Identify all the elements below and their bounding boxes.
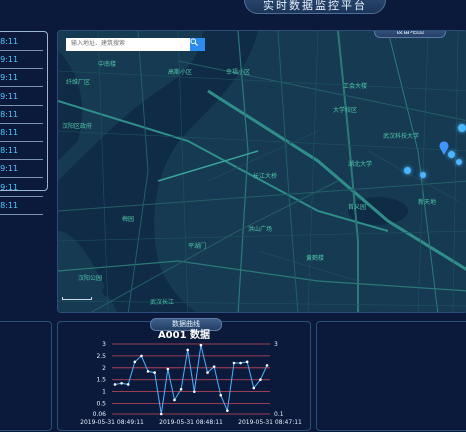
time-list-item[interactable]: 49:11: [0, 179, 43, 197]
map-label: 洪山广场: [248, 226, 273, 233]
y-tick-label: 2: [102, 365, 106, 372]
device-marker[interactable]: [456, 159, 462, 165]
map-section-tag: 设备地图: [374, 31, 446, 38]
data-point: [146, 370, 150, 373]
data-point: [226, 409, 229, 412]
data-point: [265, 364, 269, 367]
data-point: [133, 360, 137, 364]
data-point: [179, 387, 183, 391]
data-point: [252, 386, 256, 390]
device-marker[interactable]: [420, 172, 426, 178]
data-point: [239, 361, 242, 365]
map-label: 黄鹤楼: [306, 255, 325, 262]
time-list-item[interactable]: 48:11: [0, 142, 43, 161]
data-point: [212, 365, 216, 368]
device-map[interactable]: 中南楼 高斯小区 幸福小区 纤维厂区 工会大楼 汉阳区政府 大学校区 长江大桥 …: [58, 31, 466, 312]
device-marker[interactable]: [448, 151, 455, 158]
time-list-item[interactable]: 49:11: [0, 69, 43, 88]
map-label: 汉阳公园: [78, 275, 103, 282]
map-label: 武汉长江: [150, 299, 175, 306]
line-chart: 3 2.5 2 1.5 1 0.5 0.06 3 0.1 2019-05-31 08:49:11 2…: [80, 341, 302, 426]
device-marker[interactable]: [458, 124, 466, 132]
y-right-tick-label: 3: [274, 341, 278, 348]
map-label: 大学校区: [333, 107, 358, 114]
time-list-item[interactable]: 48:11: [0, 124, 43, 142]
map-label: 长江大桥: [253, 173, 278, 180]
x-tick-label: 2019-05-31 08:47:11: [238, 419, 302, 426]
y-tick-label: 1.5: [96, 377, 106, 384]
data-point: [126, 383, 130, 386]
time-list-item[interactable]: 49:11: [0, 160, 43, 179]
map-label: 中南楼: [98, 61, 117, 68]
time-list-item[interactable]: 48:11: [0, 106, 43, 124]
y-tick-label: 1: [102, 389, 106, 396]
data-point: [199, 343, 203, 347]
bottom-left-panel: [0, 321, 52, 431]
data-point: [120, 381, 123, 385]
map-scale-bar: [62, 297, 92, 300]
y-tick-label: 3: [102, 341, 106, 348]
map-label: 首义园: [348, 204, 367, 211]
time-list-item[interactable]: 49:11: [0, 51, 43, 70]
data-point: [113, 383, 117, 386]
time-list-item[interactable]: 48:11: [0, 197, 43, 215]
map-search-button[interactable]: [190, 38, 205, 51]
data-point: [206, 371, 209, 374]
map-label: 工会大楼: [343, 83, 368, 90]
map-label: 汉阳区政府: [62, 123, 93, 130]
data-point: [193, 390, 196, 393]
y-tick-label: 0.06: [93, 411, 107, 418]
y-right-tick-label: 0.1: [274, 411, 284, 418]
time-list-item[interactable]: 48:11: [0, 33, 43, 51]
data-point: [140, 354, 143, 358]
data-point: [259, 378, 262, 382]
device-marker[interactable]: [404, 167, 411, 174]
map-label: 新天地: [418, 199, 437, 206]
data-point: [159, 412, 163, 416]
header-title: 实时数据监控平台: [244, 0, 386, 14]
time-list-item[interactable]: 49:11: [0, 88, 43, 106]
data-point: [219, 393, 223, 397]
map-label: 平湖门: [188, 243, 207, 250]
data-point: [173, 398, 176, 402]
data-point: [245, 360, 249, 364]
map-search-input[interactable]: [66, 38, 190, 51]
data-point: [186, 348, 189, 352]
map-label: 湖北大学: [348, 161, 373, 168]
map-label: 幸福小区: [226, 69, 251, 76]
time-list-panel: 48:1149:1149:1149:1148:1148:1148:1149:11…: [0, 31, 48, 215]
x-tick-label: 2019-05-31 08:49:11: [80, 419, 144, 426]
location-pin-icon[interactable]: [439, 141, 449, 155]
y-tick-label: 2.5: [96, 353, 106, 360]
map-label: 高斯小区: [168, 69, 193, 76]
map-label: 纤维厂区: [66, 79, 91, 86]
chart-panel: 数据曲线 A001 数据 3 2.5 2 1.5 1 0.5 0.06 3 0.1 2019-05…: [57, 318, 311, 431]
bottom-right-panel: [316, 321, 466, 431]
y-tick-label: 0.5: [96, 401, 106, 408]
map-panel: 中南楼 高斯小区 幸福小区 纤维厂区 工会大楼 汉阳区政府 大学校区 长江大桥 …: [57, 30, 466, 313]
map-label: 梅园: [122, 216, 135, 223]
x-tick-label: 2019-05-31 08:48:11: [159, 419, 223, 426]
map-label: 武汉科技大学: [383, 133, 420, 140]
data-point: [166, 367, 170, 371]
search-icon: [190, 38, 198, 46]
data-point: [232, 361, 236, 365]
data-point: [153, 371, 156, 374]
